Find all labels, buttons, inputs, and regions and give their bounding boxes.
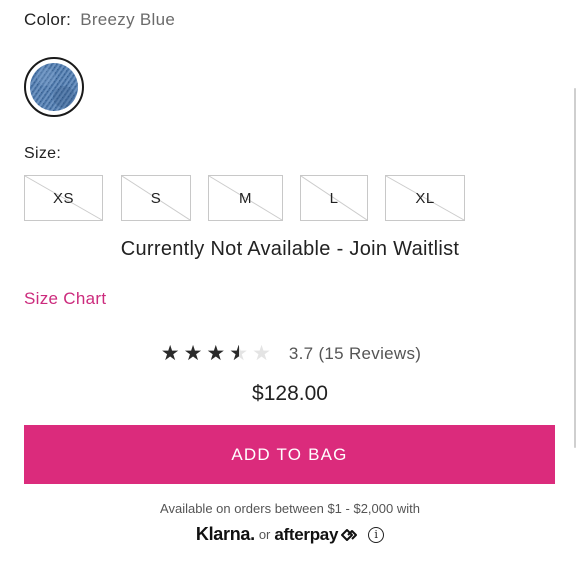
afterpay-wordmark: afterpay: [274, 524, 339, 544]
afterpay-logo[interactable]: afterpay: [274, 525, 358, 545]
size-option-label: S: [150, 189, 162, 207]
or-separator: or: [258, 527, 271, 542]
star-full-icon: ★: [206, 342, 226, 365]
size-chart-link[interactable]: Size Chart: [24, 289, 106, 309]
color-swatch-breezy-blue[interactable]: [24, 57, 84, 117]
size-label: Size:: [24, 145, 62, 162]
size-option-m[interactable]: M: [208, 175, 283, 221]
denim-swatch-image: [30, 63, 78, 111]
info-icon[interactable]: i: [368, 526, 385, 543]
color-selection-label: Color: Breezy Blue: [24, 10, 175, 30]
size-option-label: XL: [415, 189, 435, 207]
klarna-logo[interactable]: Klarna.: [196, 524, 255, 545]
color-value: Breezy Blue: [80, 10, 176, 29]
star-empty-icon: ★: [252, 342, 271, 365]
star-full-icon: ★: [160, 342, 180, 365]
payment-options: Klarna. or afterpay i: [0, 524, 580, 545]
star-rating: ★ ★ ★ ★★ ★: [159, 343, 273, 364]
join-waitlist-link[interactable]: Currently Not Available - Join Waitlist: [0, 238, 580, 261]
size-option-l[interactable]: L: [300, 175, 368, 221]
scrollbar[interactable]: [574, 88, 576, 448]
add-to-bag-button[interactable]: ADD TO BAG: [24, 425, 555, 484]
star-full-icon: ★: [183, 342, 203, 365]
color-label: Color:: [24, 10, 72, 29]
payment-availability-note: Available on orders between $1 - $2,000 …: [160, 501, 420, 516]
size-option-xs[interactable]: XS: [24, 175, 103, 221]
star-half-icon: ★★: [229, 342, 249, 365]
size-option-label: M: [239, 189, 252, 207]
size-option-label: L: [329, 189, 339, 207]
reviews-link[interactable]: 3.7 (15 Reviews): [289, 344, 421, 364]
afterpay-arrows-icon: [341, 528, 358, 541]
size-option-xl[interactable]: XL: [385, 175, 465, 221]
rating-summary[interactable]: ★ ★ ★ ★★ ★ 3.7 (15 Reviews): [0, 343, 580, 364]
product-price: $128.00: [252, 382, 328, 405]
size-option-label: XS: [52, 189, 74, 207]
size-option-s[interactable]: S: [121, 175, 191, 221]
